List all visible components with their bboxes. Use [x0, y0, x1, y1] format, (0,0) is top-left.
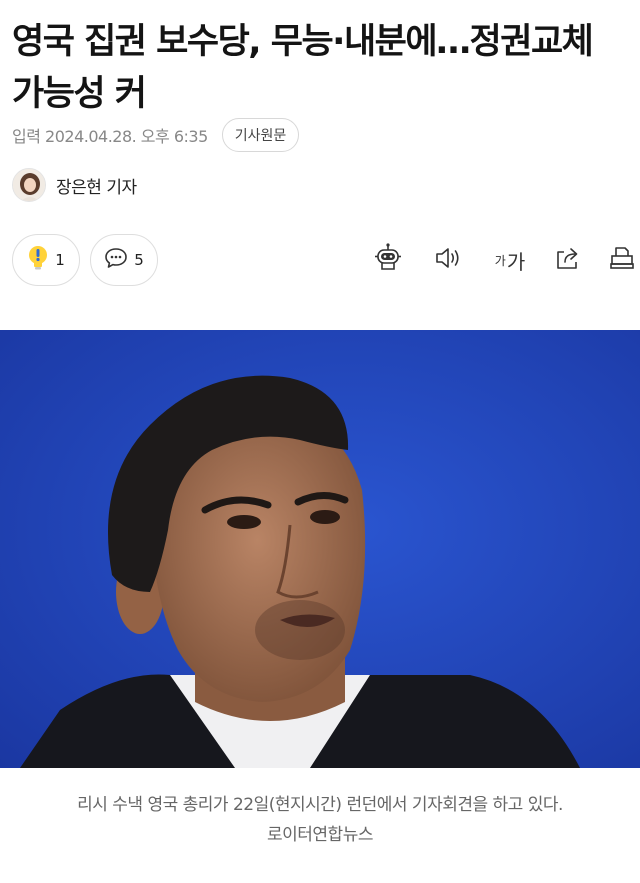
photo-caption: 리시 수낵 영국 총리가 22일(현지시간) 런던에서 기자회견을 하고 있다.…	[0, 790, 640, 850]
print-button[interactable]	[604, 242, 640, 278]
article-date: 입력 2024.04.28. 오후 6:35	[12, 127, 208, 146]
photo-caption-text: 리시 수낵 영국 총리가 22일(현지시간) 런던에서 기자회견을 하고 있다.	[77, 795, 563, 815]
font-size-button[interactable]: 가가	[488, 242, 532, 278]
article-photo	[0, 330, 640, 768]
font-size-big-label: 가	[506, 249, 526, 274]
like-button[interactable]: 1	[12, 234, 80, 286]
original-article-button[interactable]: 기사원문	[221, 118, 300, 152]
reporter-info[interactable]: 장은현 기자	[12, 167, 137, 203]
text-to-speech-button[interactable]	[430, 242, 466, 278]
comment-button[interactable]: 5	[90, 234, 158, 286]
lightbulb-icon	[27, 245, 49, 275]
font-size-small-label: 가	[494, 253, 506, 268]
summary-robot-button[interactable]	[370, 242, 406, 278]
speech-bubble-icon	[104, 247, 128, 273]
article-meta: 입력 2024.04.28. 오후 6:35 기사원문	[12, 118, 300, 152]
speaker-icon	[433, 244, 463, 276]
like-count: 1	[55, 251, 65, 269]
robot-icon	[372, 242, 404, 278]
share-button[interactable]	[550, 242, 586, 278]
reporter-avatar	[12, 168, 46, 202]
comment-count: 5	[134, 251, 144, 269]
share-icon	[554, 244, 582, 276]
article-headline: 영국 집권 보수당, 무능·내분에…정권교체 가능성 커	[12, 22, 594, 114]
action-toolbar: 1 5 가 가	[12, 234, 634, 286]
reporter-name[interactable]: 장은현 기자	[56, 173, 137, 198]
print-icon	[608, 244, 636, 276]
photo-credit: 로이터연합뉴스	[267, 825, 373, 845]
